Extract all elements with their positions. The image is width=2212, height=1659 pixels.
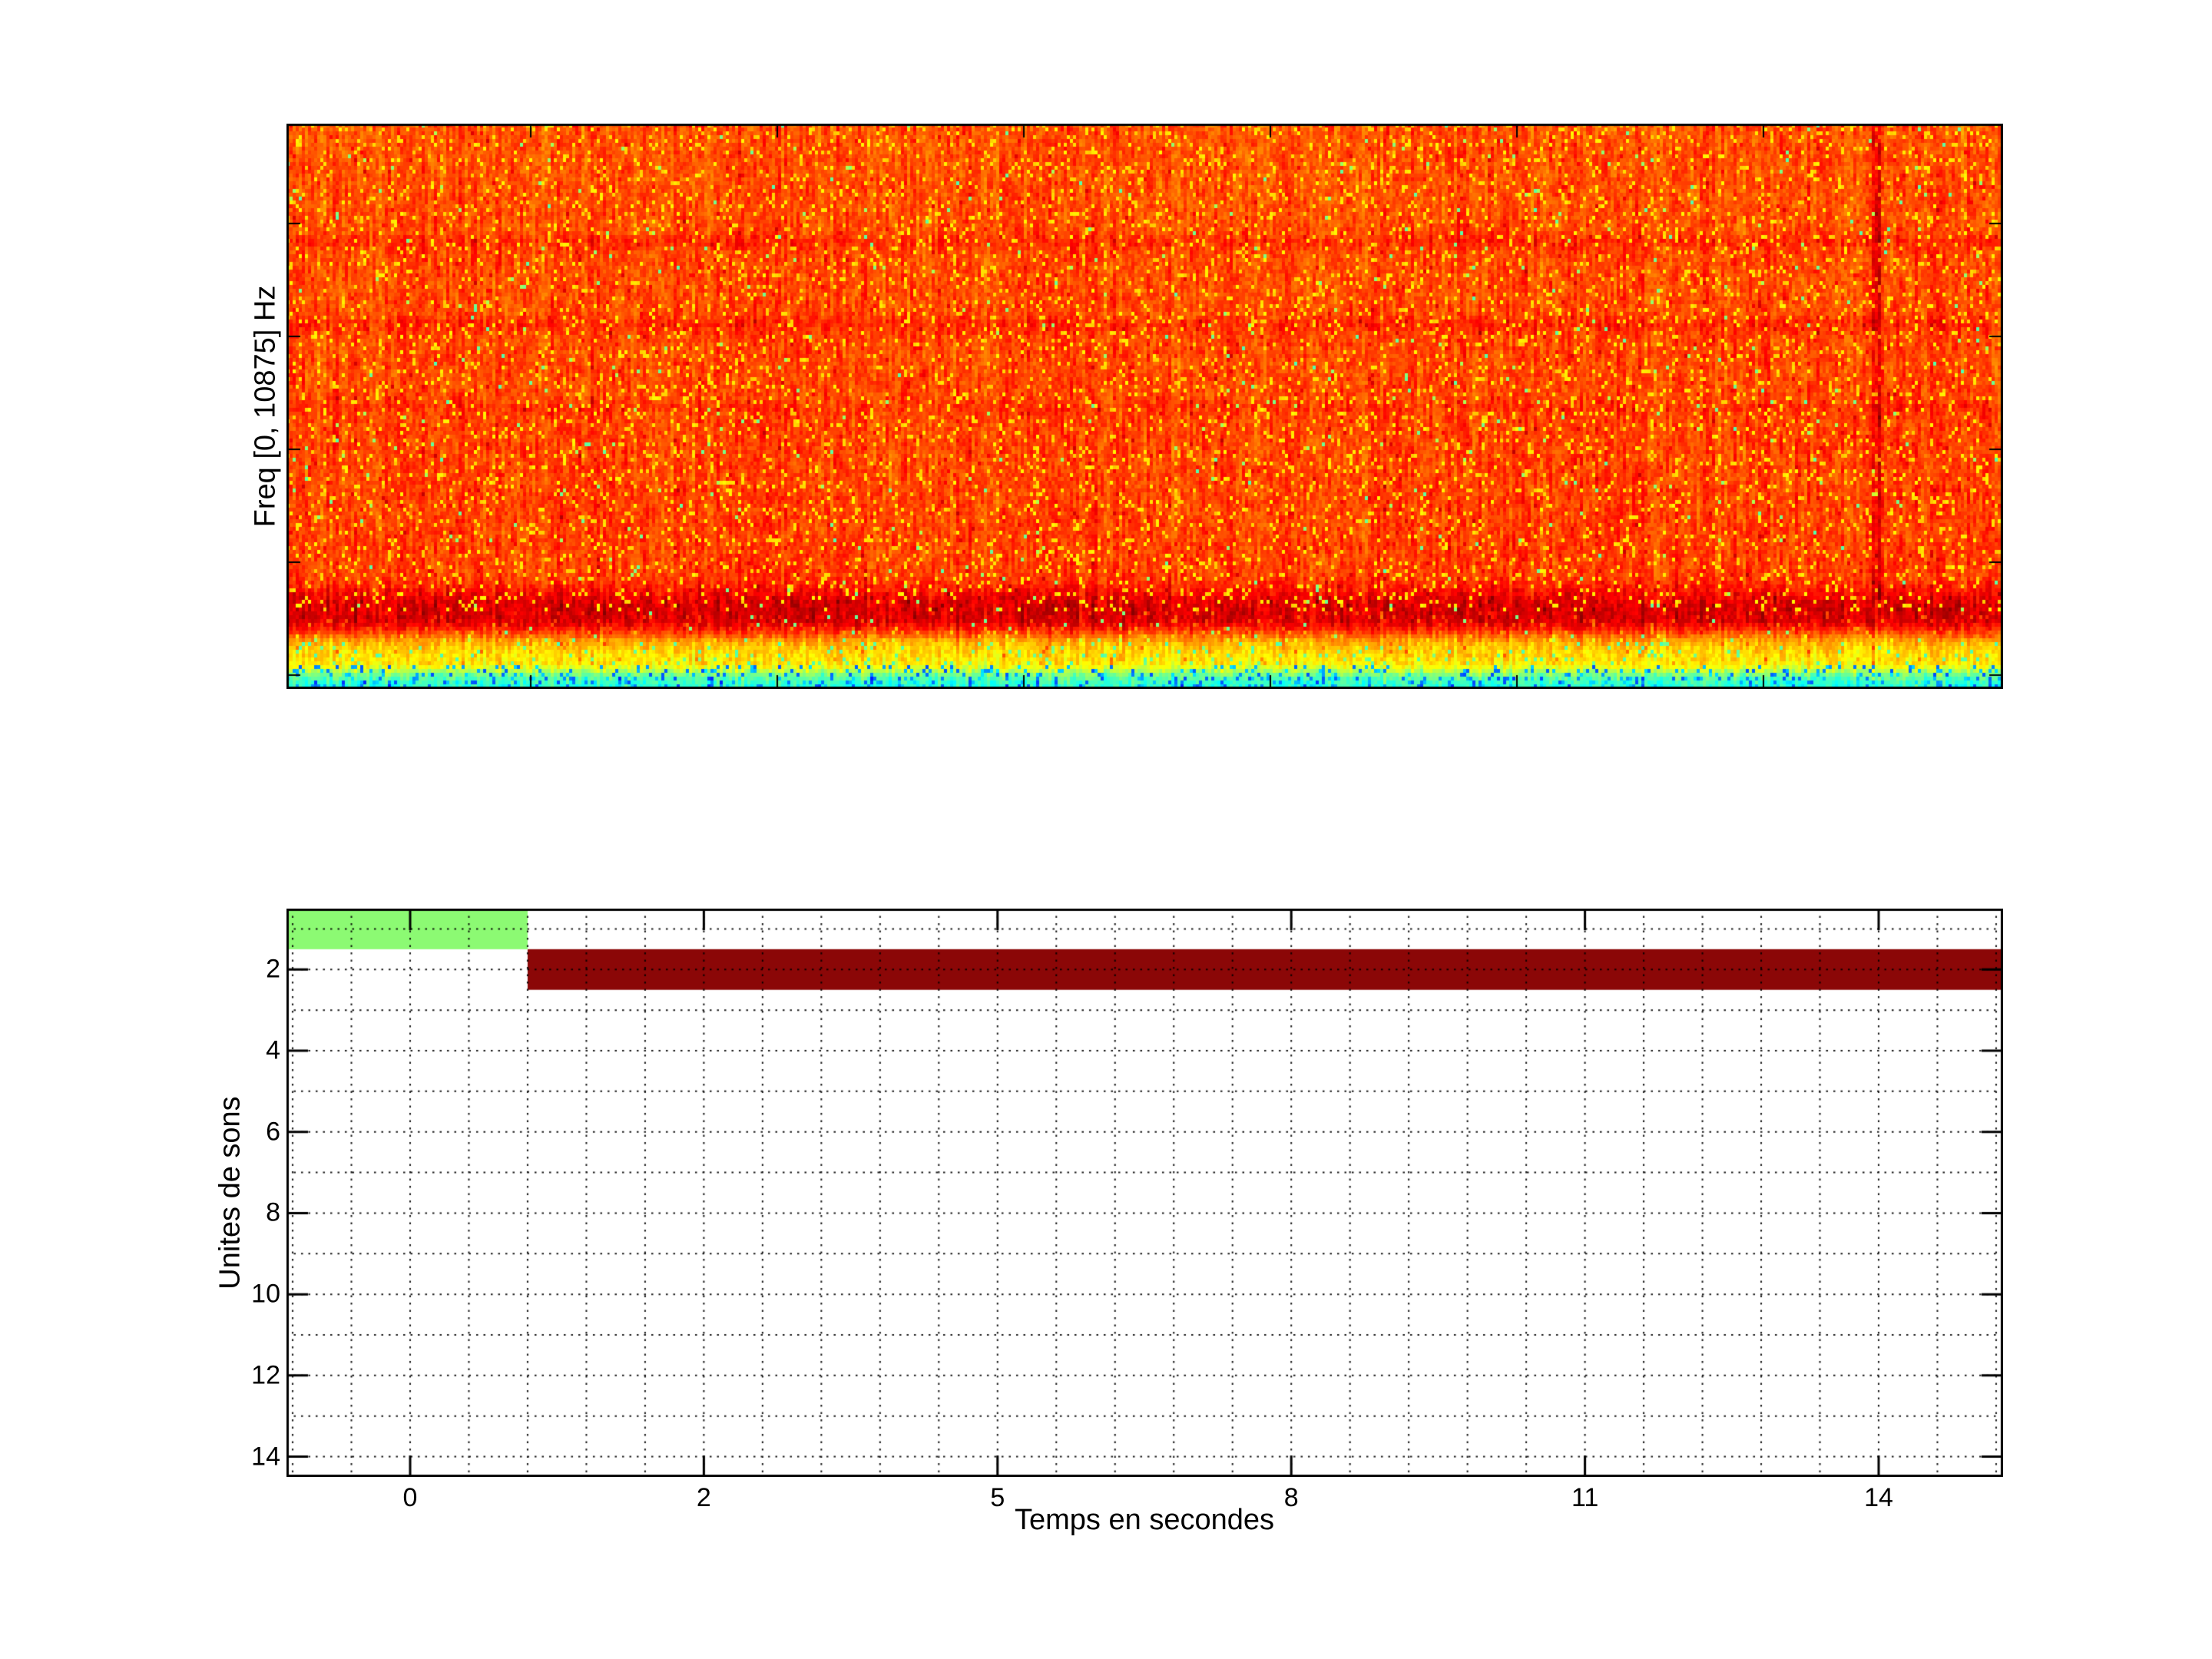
y-tick-label: 2 bbox=[266, 955, 280, 985]
x-tick-label: 14 bbox=[1864, 1483, 1893, 1513]
x-tick-label: 8 bbox=[1284, 1483, 1299, 1513]
y-tick-label: 14 bbox=[251, 1442, 280, 1472]
x-tick-label: 0 bbox=[403, 1483, 418, 1513]
y-tick-label: 10 bbox=[251, 1280, 280, 1310]
x-tick-label: 11 bbox=[1571, 1483, 1598, 1513]
y-tick-label: 8 bbox=[266, 1198, 280, 1228]
matlab-figure: Freq [0, 10875] Hz Unites de sons Temps … bbox=[0, 0, 2212, 1659]
y-tick-label: 4 bbox=[266, 1036, 280, 1066]
sound-units-plot bbox=[286, 909, 2003, 1477]
y-tick-label: 6 bbox=[266, 1117, 280, 1147]
units-ylabel: Unites de sons bbox=[214, 1096, 247, 1289]
spectrogram-heatmap bbox=[286, 124, 2003, 689]
x-tick-label: 5 bbox=[990, 1483, 1005, 1513]
y-tick-label: 12 bbox=[251, 1360, 280, 1390]
units-xlabel: Temps en secondes bbox=[1015, 1504, 1274, 1537]
x-tick-label: 2 bbox=[697, 1483, 711, 1513]
spectrogram-ylabel: Freq [0, 10875] Hz bbox=[250, 286, 283, 528]
